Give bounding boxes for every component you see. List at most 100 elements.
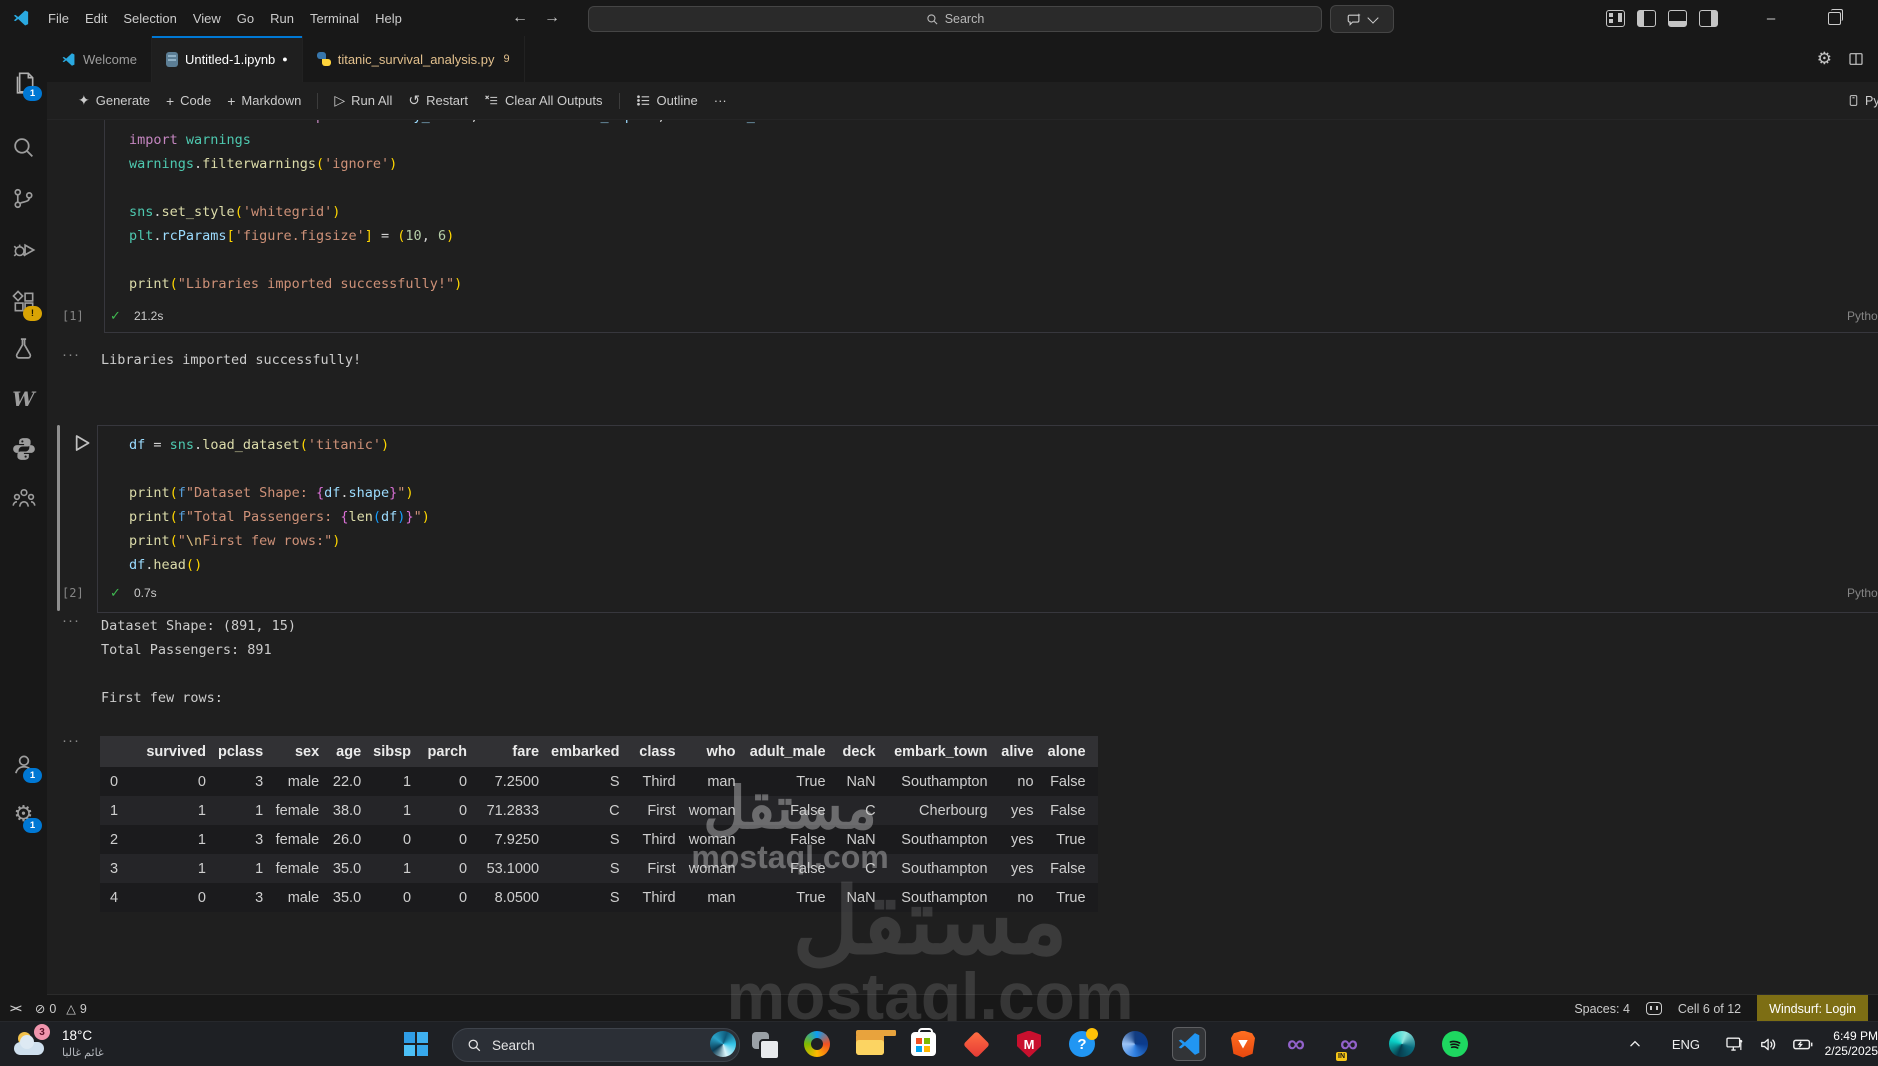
table-cell: male [287, 889, 320, 906]
cell-1-code[interactable]: from sklearn.metrics import accuracy_sco… [129, 119, 804, 296]
windsurf-login-button[interactable]: Windsurf: Login [1757, 995, 1868, 1022]
widgets-icon[interactable] [801, 1028, 833, 1060]
menu-selection[interactable]: Selection [115, 7, 184, 30]
toggle-primary-sidebar-icon[interactable] [1637, 9, 1656, 27]
clock[interactable]: 6:49 PM 2/25/2025 [1822, 1022, 1878, 1066]
blue-swirl-app-icon[interactable] [1119, 1028, 1151, 1060]
copilot-status-icon[interactable] [1645, 1002, 1662, 1015]
more-actions-button[interactable]: ··· [706, 89, 735, 112]
notebook-editor[interactable]: from sklearn.metrics import accuracy_sco… [47, 119, 1878, 995]
tab-label: Welcome [83, 51, 137, 67]
generate-button[interactable]: ✦ Generate [70, 88, 158, 113]
cell-indicator[interactable]: Cell 6 of 12 [1678, 1002, 1741, 1016]
menu-edit[interactable]: Edit [77, 7, 115, 30]
clear-all-outputs-button[interactable]: Clear All Outputs [476, 89, 611, 112]
python-extension-icon[interactable] [0, 425, 47, 472]
explorer-icon[interactable]: 1 [0, 58, 47, 105]
source-control-icon[interactable] [0, 175, 47, 222]
copilot-chat-button[interactable] [1330, 5, 1394, 33]
menu-help[interactable]: Help [367, 7, 410, 30]
add-code-cell-button[interactable]: + Code [158, 89, 219, 113]
volume-icon[interactable] [1759, 1022, 1778, 1066]
microsoft-store-icon[interactable] [907, 1028, 939, 1060]
tab-welcome[interactable]: Welcome [47, 36, 152, 82]
tray-chevron-up-icon[interactable] [1628, 1022, 1642, 1066]
clear-outputs-icon [485, 95, 498, 105]
table-column-header: survived [136, 736, 218, 767]
output-more-actions-icon[interactable]: ··· [62, 612, 80, 629]
menu-view[interactable]: View [185, 7, 229, 30]
sparkle-icon: ✦ [78, 92, 90, 108]
task-view-icon[interactable] [748, 1028, 780, 1060]
tab-label: Untitled-1.ipynb [184, 51, 276, 67]
testing-icon[interactable] [0, 325, 47, 372]
problems-indicator[interactable]: ⊘ 0 △ 9 [35, 1001, 87, 1017]
quick-assist-icon[interactable]: ? [1066, 1028, 1098, 1060]
weather-widget[interactable]: 3 18°C غائم غالبا [10, 1024, 140, 1064]
kernel-picker[interactable]: Python 3.12 [1847, 93, 1878, 108]
add-markdown-cell-button[interactable]: + Markdown [219, 89, 309, 113]
cell-1-language[interactable]: Python [1847, 309, 1878, 323]
vscode-taskbar-icon[interactable] [1172, 1027, 1206, 1061]
table-cell: 53.1000 [486, 860, 540, 877]
table-cell: Southampton [901, 860, 988, 877]
run-debug-icon[interactable] [0, 226, 47, 273]
menu-run[interactable]: Run [262, 7, 302, 30]
taskbar-search-box[interactable]: Search [452, 1028, 740, 1062]
visual-studio-icon[interactable]: ∞ [1280, 1028, 1312, 1060]
accounts-icon[interactable]: 1 [0, 740, 47, 787]
weather-condition: غائم غالبا [62, 1047, 104, 1059]
network-display-icon[interactable] [1725, 1022, 1744, 1066]
command-center-search[interactable]: Search [588, 6, 1322, 32]
customize-layout-icon[interactable] [1606, 9, 1625, 27]
mcafee-icon[interactable]: M [1013, 1028, 1045, 1060]
restore-window-button[interactable] [1828, 8, 1843, 25]
brave-browser-icon[interactable] [1227, 1028, 1259, 1060]
extensions-icon[interactable]: ! [0, 278, 47, 325]
forward-arrow-icon[interactable]: → [544, 9, 560, 27]
menu-file[interactable]: File [40, 7, 77, 30]
minimize-button[interactable]: – [1756, 10, 1786, 27]
organization-icon[interactable] [0, 474, 47, 521]
toggle-panel-icon[interactable] [1668, 9, 1687, 27]
table-cell: no [1017, 889, 1034, 906]
menu-terminal[interactable]: Terminal [302, 7, 367, 30]
back-arrow-icon[interactable]: ← [512, 9, 528, 27]
spotify-icon[interactable] [1439, 1028, 1471, 1060]
run-all-button[interactable]: ▷ Run All [326, 88, 400, 113]
start-button[interactable] [404, 1032, 428, 1056]
toggle-secondary-sidebar-icon[interactable] [1699, 9, 1718, 27]
outline-button[interactable]: Outline [628, 89, 706, 112]
editor-settings-gear-icon[interactable]: ⚙ [1817, 49, 1832, 69]
cell-2-code[interactable]: df = sns.load_dataset('titanic') print(f… [129, 433, 430, 577]
remote-indicator-icon[interactable]: >< [10, 1003, 22, 1015]
output-more-actions-icon[interactable]: ··· [62, 732, 80, 749]
visual-studio-in-icon[interactable]: ∞ IN [1333, 1028, 1365, 1061]
modified-dot-icon[interactable]: ● [282, 54, 287, 64]
table-cell: Third [642, 773, 676, 790]
table-cell: 35.0 [332, 889, 362, 906]
tab-titanic-py[interactable]: titanic_survival_analysis.py 9 [303, 36, 525, 82]
teal-swirl-app-icon[interactable] [1386, 1028, 1418, 1060]
tab-untitled-notebook[interactable]: Untitled-1.ipynb ● [151, 36, 303, 82]
run-cell-button[interactable] [68, 430, 94, 456]
windsurf-icon[interactable]: W [0, 375, 47, 422]
restart-button[interactable]: ↺ Restart [400, 88, 476, 113]
search-highlight-image[interactable] [710, 1031, 736, 1057]
cell-2-language[interactable]: Python [1847, 586, 1878, 600]
output-more-actions-icon[interactable]: ··· [62, 346, 80, 363]
table-cell: 1 [402, 773, 412, 790]
settings-gear-icon[interactable]: ⚙ 1 [0, 790, 47, 837]
extensions-warning-badge: ! [23, 306, 42, 321]
file-explorer-icon[interactable] [854, 1028, 897, 1060]
spaces-indicator[interactable]: Spaces: 4 [1574, 1002, 1630, 1016]
search-sidebar-icon[interactable] [0, 124, 47, 171]
table-cell: 0 [402, 831, 412, 848]
table-cell: yes [1010, 802, 1034, 819]
wps-office-icon[interactable] [960, 1028, 992, 1060]
menu-go[interactable]: Go [229, 7, 262, 30]
split-editor-icon[interactable] [1848, 51, 1864, 67]
language-indicator[interactable]: ENG [1672, 1022, 1700, 1066]
battery-icon[interactable] [1792, 1022, 1814, 1066]
table-cell: 0 [458, 831, 468, 848]
